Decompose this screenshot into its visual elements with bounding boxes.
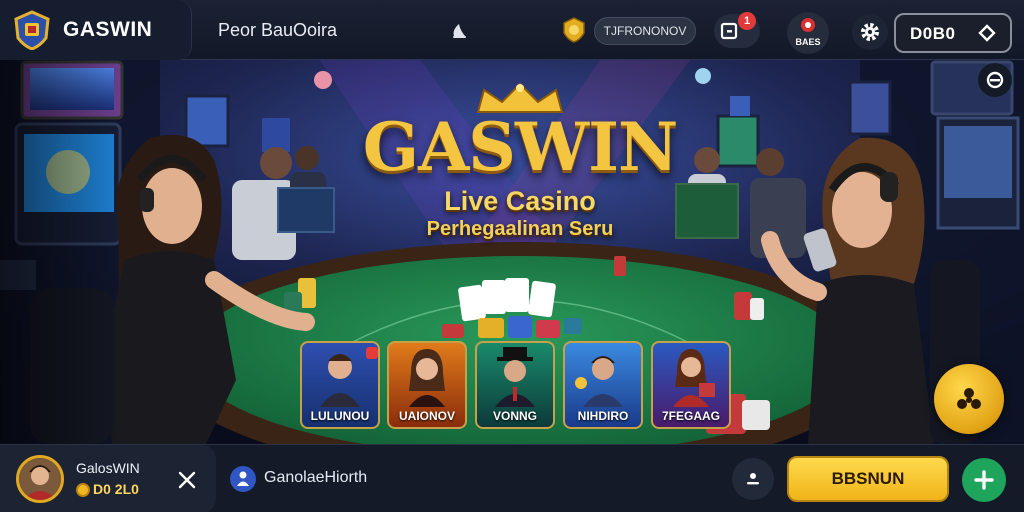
- hero-logo: GASWIN Live Casino Perhegaalinan Seru: [340, 82, 700, 268]
- toggle-icon: [986, 71, 1004, 89]
- user-channel-icon[interactable]: [230, 466, 256, 492]
- bonus-button[interactable]: BAES: [787, 12, 829, 54]
- top-bar: GASWIN Peor BauOoira TJFRONONOV 1 BAES D…: [0, 0, 1024, 60]
- sound-icon[interactable]: [448, 20, 470, 42]
- game-card[interactable]: UAIONOV: [387, 341, 467, 429]
- coin-icon: [76, 483, 90, 497]
- brand-name: GASWIN: [63, 18, 153, 41]
- brand-block[interactable]: GASWIN: [0, 0, 192, 60]
- coin-balance: D0 2L0: [93, 481, 139, 497]
- settings-button[interactable]: [852, 14, 888, 50]
- game-card-name: 7FEGAAG: [661, 409, 720, 423]
- game-card-art: [673, 349, 715, 407]
- inbox-icon: [720, 22, 738, 40]
- person-icon: [237, 471, 249, 486]
- heart-icon: [747, 473, 759, 485]
- game-card[interactable]: LULUNOU: [300, 341, 380, 429]
- shield-logo-icon: [14, 10, 50, 50]
- bottom-bar: GalosWIN D0 2L0 GanolaeHiorth BBSNUN: [0, 444, 1024, 512]
- game-card[interactable]: 7FEGAAG: [651, 341, 731, 429]
- page-title: Peor BauOoira: [218, 20, 338, 40]
- eye-toggle-icon[interactable]: [978, 24, 996, 42]
- gear-icon: [861, 23, 879, 41]
- promo-pill[interactable]: TJFRONONOV: [594, 17, 696, 45]
- close-icon[interactable]: [176, 469, 198, 491]
- hero-fullscreen-button[interactable]: [978, 63, 1012, 97]
- plus-icon: [974, 470, 994, 490]
- channel-label[interactable]: GanolaeHiorth: [264, 469, 367, 487]
- message-count-badge: 1: [738, 12, 756, 30]
- game-card[interactable]: NIHDIRO: [563, 341, 643, 429]
- action-fab[interactable]: [934, 364, 1004, 434]
- balance-value: D0B0: [910, 24, 956, 43]
- game-card-art: [409, 349, 445, 407]
- game-card-art: [575, 356, 623, 407]
- logo-subtitle: Live Casino: [444, 186, 596, 216]
- play-button[interactable]: BBSNUN: [787, 456, 949, 502]
- add-button[interactable]: [962, 458, 1006, 502]
- avatar[interactable]: [16, 455, 64, 503]
- game-card[interactable]: VONNG: [475, 341, 555, 429]
- username: GalosWIN: [76, 460, 140, 476]
- profile-card[interactable]: GalosWIN D0 2L0: [0, 445, 216, 512]
- new-badge: [366, 347, 378, 359]
- game-card-name: UAIONOV: [398, 409, 455, 423]
- game-card-art: [495, 347, 535, 407]
- gift-icon: [801, 18, 815, 32]
- logo-tagline: Perhegaalinan Seru: [426, 218, 614, 240]
- favorite-button[interactable]: [732, 458, 774, 500]
- bonus-label: BAES: [795, 37, 821, 47]
- logo-wordmark: GASWIN: [362, 108, 679, 186]
- trophy-icon[interactable]: [560, 16, 588, 44]
- game-card-name: VONNG: [492, 409, 537, 423]
- hero-banner[interactable]: GASWIN Live Casino Perhegaalinan Seru LU…: [0, 60, 1024, 444]
- balance-box[interactable]: D0B0: [894, 13, 1012, 53]
- chip-icon: [957, 388, 981, 409]
- game-card-name: LULUNOU: [310, 409, 370, 423]
- game-card-row: LULUNOU UAIONOV VONNG NIHDIRO 7FEGAAG: [300, 341, 740, 431]
- game-card-name: NIHDIRO: [577, 409, 629, 423]
- avatar-image: [19, 458, 61, 500]
